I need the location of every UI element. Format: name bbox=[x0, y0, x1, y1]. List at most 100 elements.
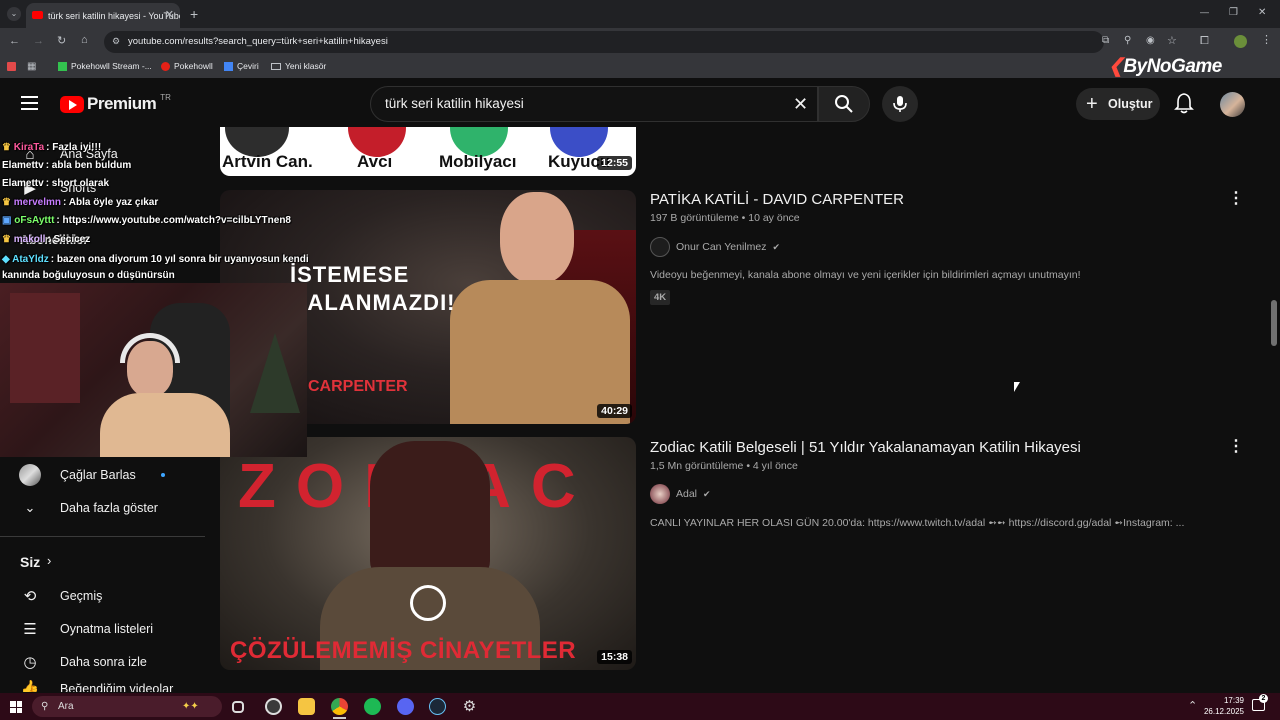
apps-grid-icon[interactable]: ▦ bbox=[27, 61, 36, 72]
channel-avatar bbox=[19, 464, 41, 486]
chat-text: Fazla iyi!!! bbox=[52, 142, 102, 153]
address-bar[interactable]: ⚙ youtube.com/results?search_query=türk+… bbox=[104, 31, 1104, 53]
bookmark-item[interactable]: Çeviri bbox=[224, 61, 259, 71]
thumb-person-body bbox=[450, 280, 630, 424]
channel-link[interactable]: Adal ✔ bbox=[650, 484, 711, 504]
translate-icon bbox=[224, 61, 233, 71]
thumb-hooded-figure bbox=[370, 441, 490, 581]
sidebar-item-channel[interactable]: Çağlar Barlas bbox=[0, 458, 210, 492]
home-icon[interactable]: ⌂ bbox=[81, 35, 88, 46]
video-duration: 40:29 bbox=[597, 404, 632, 418]
window-close-button[interactable]: ✕ bbox=[1258, 8, 1266, 18]
sidebar-item-label: Geçmiş bbox=[60, 589, 103, 603]
chat-message: ▣ oFsAyttt: https://www.youtube.com/watc… bbox=[2, 215, 291, 226]
minimize-button[interactable]: — bbox=[1200, 8, 1209, 17]
chevron-down-icon: ⌄ bbox=[24, 500, 36, 515]
upload-age: 10 ay önce bbox=[748, 212, 800, 224]
restore-button[interactable]: ❐ bbox=[1229, 8, 1238, 18]
hamburger-menu-icon[interactable] bbox=[21, 96, 38, 110]
windows-start-icon[interactable] bbox=[10, 701, 22, 713]
chevron-right-icon: › bbox=[47, 553, 52, 568]
tracking-icon[interactable]: ◉ bbox=[1146, 36, 1155, 46]
bookmark-item[interactable]: Pokehowll Stream -... bbox=[58, 61, 152, 71]
tray-chevron-up-icon[interactable]: ⌃ bbox=[1188, 699, 1197, 712]
bookmark-item[interactable]: Yeni klasör bbox=[271, 61, 326, 71]
sidebar-section-you[interactable]: Siz › bbox=[0, 545, 210, 579]
windows-taskbar: ⚲ Ara ✦✦ ⚙ ⌃ 17:39 26.12.2025 2 bbox=[0, 693, 1280, 720]
sidebar-show-more[interactable]: ⌄ Daha fazla göster bbox=[0, 491, 210, 525]
thumb-person bbox=[500, 192, 574, 284]
taskbar-clock[interactable]: 17:39 26.12.2025 bbox=[1200, 695, 1244, 717]
app-icon[interactable] bbox=[265, 698, 282, 715]
folder-icon bbox=[271, 62, 281, 70]
chat-text: abla ben buldum bbox=[51, 160, 132, 171]
video-thumbnail[interactable]: Artvin Can. Avcı Mobilyacı Kuyucu 12:55 bbox=[220, 127, 636, 176]
back-icon[interactable]: ← bbox=[9, 36, 20, 47]
page-scrollbar[interactable] bbox=[1271, 300, 1277, 346]
upload-age: 4 yıl önce bbox=[752, 460, 798, 472]
chat-message: ♛ makoll: Secicez bbox=[2, 234, 91, 245]
forward-icon[interactable]: → bbox=[33, 36, 44, 47]
taskbar-search[interactable]: ⚲ Ara ✦✦ bbox=[32, 696, 222, 717]
sidebar-item-history[interactable]: ⟲ Geçmiş bbox=[0, 579, 210, 613]
thumb-label: Avcı bbox=[357, 152, 393, 171]
account-avatar[interactable] bbox=[1220, 92, 1245, 117]
channel-link[interactable]: Onur Can Yenilmez ✔ bbox=[650, 237, 780, 257]
sidebar-item-watch-later[interactable]: ◷ Daha sonra izle bbox=[0, 645, 210, 679]
spotify-icon[interactable] bbox=[364, 698, 381, 715]
notifications-icon[interactable]: 2 bbox=[1252, 694, 1268, 711]
thumb-text: ÇÖZÜLEMEMİŞ CİNAYETLER bbox=[230, 637, 577, 664]
extensions-icon[interactable]: ⧠ bbox=[1200, 36, 1209, 47]
webcam-overlay bbox=[0, 283, 307, 457]
clock-date: 26.12.2025 bbox=[1203, 707, 1244, 716]
voice-search-button[interactable] bbox=[882, 86, 918, 122]
file-explorer-icon[interactable] bbox=[298, 698, 315, 715]
video-options-icon[interactable]: ⋮ bbox=[1228, 436, 1244, 456]
notification-count: 2 bbox=[1259, 694, 1268, 703]
reload-icon[interactable]: ↻ bbox=[57, 36, 66, 47]
clear-search-icon[interactable]: ✕ bbox=[793, 87, 808, 121]
bookmark-item[interactable]: Pokehowll bbox=[161, 61, 213, 71]
search-input[interactable]: türk seri katilin hikayesi ✕ bbox=[370, 86, 818, 122]
tab-close-icon[interactable]: ✕ bbox=[165, 8, 174, 21]
settings-icon[interactable]: ⚙ bbox=[461, 698, 478, 715]
sidebar-item-label: Beğendiğim videolar bbox=[60, 682, 174, 692]
video-options-icon[interactable]: ⋮ bbox=[1228, 188, 1244, 208]
notifications-bell-icon[interactable] bbox=[1174, 92, 1194, 119]
install-icon[interactable]: ⧉ bbox=[1102, 36, 1109, 46]
sidebar-item-playlists[interactable]: ☰ Oynatma listeleri bbox=[0, 612, 210, 646]
bookmark-star-icon[interactable]: ☆ bbox=[1167, 36, 1177, 47]
profile-icon[interactable] bbox=[1234, 35, 1247, 48]
url-text: youtube.com/results?search_query=türk+se… bbox=[128, 36, 388, 47]
task-view-icon[interactable] bbox=[232, 701, 244, 713]
bookmark-label: Pokehowll Stream -... bbox=[71, 61, 152, 71]
thumbs-up-icon: 👍 bbox=[20, 680, 40, 692]
channel-avatar bbox=[650, 484, 670, 504]
video-thumbnail[interactable]: ZODIAC ÇÖZÜLEMEMİŞ CİNAYETLER 15:38 bbox=[220, 437, 636, 670]
steam-icon[interactable] bbox=[429, 698, 446, 715]
menu-kebab-icon[interactable]: ⋮ bbox=[1261, 35, 1272, 46]
create-button[interactable]: + Oluştur bbox=[1076, 88, 1160, 120]
new-tab-button[interactable]: + bbox=[190, 7, 198, 21]
chrome-icon[interactable] bbox=[331, 698, 348, 715]
video-title[interactable]: PATİKA KATİLİ - DAVID CARPENTER bbox=[650, 191, 904, 208]
chat-text: https://www.youtube.com/watch?v=cilbLYTn… bbox=[62, 215, 291, 226]
sidebar-item-liked[interactable]: 👍 Beğendiğim videolar bbox=[0, 678, 210, 692]
youtube-logo[interactable]: Premium TR bbox=[60, 93, 171, 114]
tab-title: türk seri katilin hikayesi - YouTube bbox=[48, 10, 180, 21]
quality-badge: 4K bbox=[650, 290, 671, 305]
video-title[interactable]: Zodiac Katili Belgeseli | 51 Yıldır Yaka… bbox=[650, 439, 1081, 456]
active-tab[interactable]: türk seri katilin hikayesi - YouTube ✕ bbox=[26, 3, 180, 28]
video-duration: 12:55 bbox=[597, 156, 632, 170]
sidebar-divider bbox=[0, 536, 205, 537]
search-button[interactable] bbox=[818, 86, 870, 122]
tab-search-icon[interactable]: ⌄ bbox=[7, 7, 21, 21]
verified-icon: ✔ bbox=[703, 488, 711, 499]
site-info-icon[interactable]: ⚙ bbox=[112, 37, 120, 46]
sidebar-item-label: Daha sonra izle bbox=[60, 655, 147, 669]
zoom-icon[interactable]: ⚲ bbox=[1124, 36, 1131, 46]
taskbar-search-label: Ara bbox=[58, 701, 74, 712]
reading-list-icon[interactable] bbox=[7, 62, 16, 71]
discord-icon[interactable] bbox=[397, 698, 414, 715]
chat-badge-icon: ◆ bbox=[2, 254, 10, 265]
